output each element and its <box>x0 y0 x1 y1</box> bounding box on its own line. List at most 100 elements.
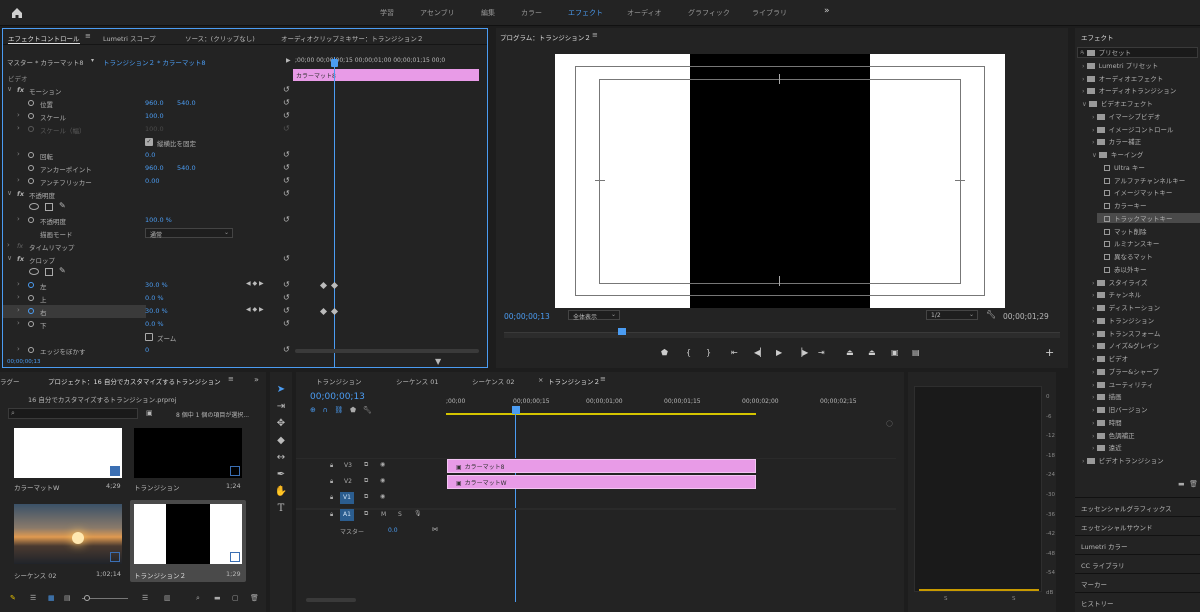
reset-icon[interactable]: ↺ <box>283 85 290 94</box>
cc-libraries-panel[interactable]: CC ライブラリ <box>1075 554 1200 572</box>
tab-audio-clip-mixer[interactable]: オーディオクリップミキサー：トランジション２ <box>281 33 423 43</box>
lumetri-color-panel[interactable]: Lumetri カラー <box>1075 535 1200 553</box>
microphone-icon[interactable]: 🎙︎ <box>414 510 422 517</box>
workspace-audio[interactable]: オーディオ <box>627 8 662 18</box>
crop-right-value[interactable]: 30.0 % <box>145 307 168 315</box>
mini-timeline-scrollbar[interactable] <box>295 349 479 353</box>
zoom-checkbox[interactable] <box>145 333 153 341</box>
opacity-section-label[interactable]: 不透明度 <box>29 190 55 200</box>
effect-item-alpha-channel-key[interactable]: アルファチャンネルキー <box>1104 175 1185 185</box>
track-label-a1[interactable]: A1 <box>340 509 354 521</box>
effect-item-ultra-key[interactable]: Ultra キー <box>1104 162 1145 172</box>
export-frame-icon[interactable]: ▣ <box>891 348 899 357</box>
anchor-y-value[interactable]: 540.0 <box>177 164 196 172</box>
effect-item-audio-transitions[interactable]: › オーディオトランジション <box>1082 85 1176 95</box>
essential-sound-panel[interactable]: エッセンシャルサウンド <box>1075 516 1200 534</box>
panel-menu-icon[interactable]: ≡ <box>600 375 606 383</box>
effect-item-time[interactable]: › 時間 <box>1092 417 1122 427</box>
essential-graphics-panel[interactable]: エッセンシャルグラフィックス <box>1075 497 1200 515</box>
mute-button[interactable]: M <box>381 511 386 518</box>
resolution-select[interactable]: 1/2 ⌄ <box>926 310 978 320</box>
position-x-value[interactable]: 960.0 <box>145 99 164 107</box>
effect-item-luma-key[interactable]: ルミナンスキー <box>1104 238 1159 248</box>
stopwatch-icon[interactable] <box>28 217 34 223</box>
anchor-x-value[interactable]: 960.0 <box>145 164 164 172</box>
new-item-icon[interactable]: ▢ <box>232 594 239 602</box>
go-to-in-icon[interactable]: ⇤ <box>731 348 738 357</box>
solo-button[interactable]: S <box>398 511 402 518</box>
linked-selection-icon[interactable]: ⛓ <box>334 406 343 414</box>
hand-tool-icon[interactable]: ✋ <box>274 486 288 500</box>
reset-icon[interactable]: ↺ <box>283 150 290 159</box>
mark-out-icon[interactable]: } <box>706 348 711 357</box>
workspace-graphics[interactable]: グラフィック <box>688 8 730 18</box>
effect-item-transition[interactable]: › トランジション <box>1092 315 1154 325</box>
effect-item-obsolete[interactable]: › 旧バージョン <box>1092 404 1148 414</box>
effect-item-non-red-key[interactable]: 赤以外キー <box>1104 264 1147 274</box>
sequence-clip-label[interactable]: トランジション２ * カラーマット8 <box>103 57 206 67</box>
crop-left-value[interactable]: 30.0 % <box>145 281 168 289</box>
history-panel[interactable]: ヒストリー <box>1075 592 1200 610</box>
workspace-libraries[interactable]: ライブラリ <box>752 8 787 18</box>
effect-item-stylize[interactable]: › スタイライズ <box>1092 277 1147 287</box>
effect-item-channel[interactable]: › チャンネル <box>1092 289 1141 299</box>
stopwatch-icon[interactable] <box>28 178 34 184</box>
crop-top-value[interactable]: 0.0 % <box>145 294 164 302</box>
lock-icon[interactable]: 🔒︎ <box>330 494 333 502</box>
program-monitor-title[interactable]: プログラム：トランジション２ <box>500 32 591 42</box>
expand-chevron-icon[interactable]: ∨ <box>1092 151 1099 159</box>
project-title[interactable]: プロジェクト：16 自分でカスタマイズするトランジション <box>48 376 221 386</box>
sync-lock-icon[interactable]: ⧉ <box>364 461 368 469</box>
effect-item-remove-matte[interactable]: マット削除 <box>1104 226 1147 236</box>
scale-value[interactable]: 100.0 <box>145 112 164 120</box>
solo-right-button[interactable]: S <box>1012 596 1016 602</box>
effect-item-blur-sharpen[interactable]: › ブラー&シャープ <box>1092 366 1159 376</box>
list-view-icon[interactable]: ☰ <box>30 594 36 602</box>
clip-color-matte-8[interactable]: ▣ カラーマット8 <box>447 459 756 473</box>
effect-item-audio-effects[interactable]: › オーディオエフェクト <box>1082 73 1163 83</box>
tab-effect-controls[interactable]: エフェクトコントロール <box>8 33 80 44</box>
settings-wrench-icon[interactable]: 🔧︎ <box>363 406 372 414</box>
track-label-v3[interactable]: V3 <box>344 462 352 469</box>
tab-tags[interactable]: ラグー <box>0 376 20 386</box>
stopwatch-icon[interactable] <box>28 295 34 301</box>
effect-item-image-matte-key[interactable]: イメージマットキー <box>1104 187 1172 197</box>
reset-icon[interactable]: ↺ <box>283 163 290 172</box>
thumbnail-transition-2[interactable] <box>134 504 242 564</box>
project-search-input[interactable]: ⌕ <box>8 408 138 419</box>
add-button-icon[interactable]: + <box>1045 346 1054 359</box>
item-name[interactable]: トランジション <box>134 482 180 492</box>
go-to-out-icon[interactable]: ⇥ <box>818 348 825 357</box>
track-label-v1[interactable]: V1 <box>340 492 354 504</box>
add-marker-icon[interactable]: ⬟ <box>350 406 356 414</box>
keyframe-marker[interactable] <box>319 307 328 316</box>
sync-lock-icon[interactable]: ⧉ <box>364 510 368 518</box>
fit-select[interactable]: 全体表示 ⌄ <box>568 310 620 321</box>
workspace-learn[interactable]: 学習 <box>380 8 394 18</box>
selection-tool-icon[interactable]: ➤ <box>274 384 288 398</box>
effect-item-immersive-video[interactable]: › イマーシブビデオ <box>1092 111 1161 121</box>
stopwatch-icon[interactable] <box>28 100 34 106</box>
new-bin-icon[interactable]: ▬ <box>1178 480 1185 488</box>
mini-playhead[interactable] <box>334 57 335 367</box>
pen-mask-icon[interactable]: ✎ <box>59 201 66 210</box>
reset-icon[interactable]: ↺ <box>283 111 290 120</box>
position-y-value[interactable]: 540.0 <box>177 99 196 107</box>
reset-icon[interactable]: ↺ <box>283 176 290 185</box>
program-scrub-bar[interactable] <box>504 332 1060 338</box>
mini-playhead-handle[interactable] <box>331 59 338 67</box>
razor-tool-icon[interactable]: ◆ <box>274 435 288 449</box>
antiflicker-value[interactable]: 0.00 <box>145 177 159 185</box>
master-end-icon[interactable]: ⋈ <box>432 526 438 533</box>
mark-in-icon[interactable]: { <box>686 348 691 357</box>
keyframe-nav-icon[interactable]: ◀ ◆ ▶ <box>246 306 264 313</box>
keyframe-marker[interactable] <box>330 307 339 316</box>
new-bin-from-search-icon[interactable]: ▣ <box>146 409 153 417</box>
step-forward-icon[interactable]: ▕▶ <box>796 348 808 357</box>
reset-icon[interactable]: ↺ <box>283 319 290 328</box>
play-icon[interactable]: ▶ <box>776 348 782 357</box>
reset-icon[interactable]: ↺ <box>283 345 290 354</box>
workspace-color[interactable]: カラー <box>521 8 542 18</box>
sort-icon[interactable]: ☰ <box>142 594 148 602</box>
opacity-value[interactable]: 100.0 % <box>145 216 172 224</box>
